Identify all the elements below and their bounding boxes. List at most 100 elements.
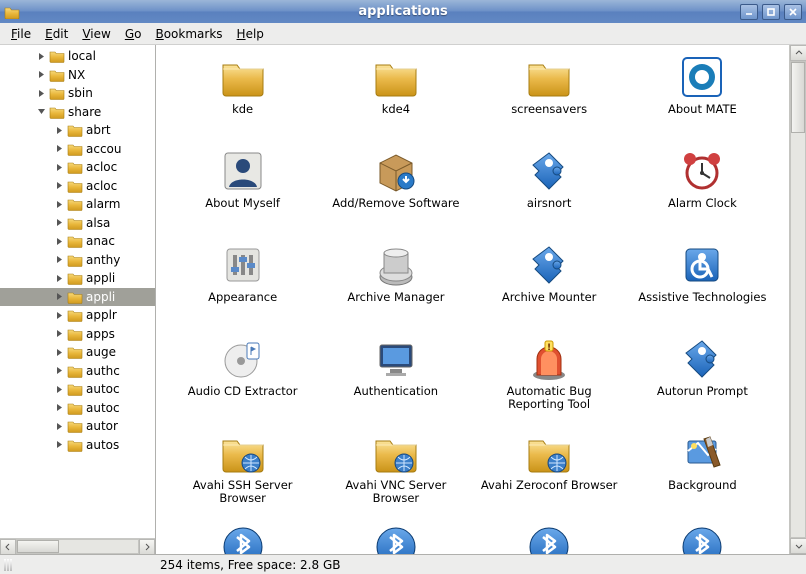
file-item[interactable]: Archive Manager [323, 241, 468, 335]
expander-icon[interactable] [54, 236, 64, 246]
file-item[interactable]: Avahi VNC Server Browser [323, 429, 468, 523]
folder-icon [67, 234, 83, 248]
file-label: airsnort [527, 197, 572, 210]
tree-row[interactable]: sbin [0, 84, 155, 103]
bluetooth-icon [525, 523, 573, 554]
file-item[interactable]: Assistive Technologies [630, 241, 775, 335]
expander-icon[interactable] [54, 403, 64, 413]
folder-icon [525, 53, 573, 101]
file-label: About MATE [668, 103, 737, 116]
menu-file[interactable]: File [4, 25, 38, 43]
icon-view[interactable]: kdekde4screensavers About MATE About Mysel… [156, 45, 789, 554]
tree-row[interactable]: appli [0, 269, 155, 288]
tree-row[interactable]: acloc [0, 177, 155, 196]
tree-row[interactable]: abrt [0, 121, 155, 140]
expander-icon[interactable] [54, 440, 64, 450]
file-item[interactable]: kde4 [323, 53, 468, 147]
tree-row[interactable]: applr [0, 306, 155, 325]
folder-globe-icon [525, 429, 573, 477]
folder-icon [67, 364, 83, 378]
statusbar-handle [4, 559, 160, 571]
expander-icon[interactable] [54, 218, 64, 228]
expander-icon[interactable] [54, 181, 64, 191]
expander-icon[interactable] [36, 70, 46, 80]
expander-icon[interactable] [54, 347, 64, 357]
folder-icon [219, 53, 267, 101]
expander-icon[interactable] [54, 384, 64, 394]
menu-bookmarks[interactable]: Bookmarks [148, 25, 229, 43]
menu-go[interactable]: Go [118, 25, 149, 43]
sidebar-tree[interactable]: localNXsbinshareabrtaccouaclocaclocalarm… [0, 45, 156, 538]
file-item[interactable]: Alarm Clock [630, 147, 775, 241]
content-vscrollbar[interactable] [789, 45, 806, 554]
tree-row[interactable]: autos [0, 436, 155, 455]
file-item[interactable]: Avahi Zeroconf Browser [477, 429, 622, 523]
clock-icon [678, 147, 726, 195]
tree-row[interactable]: local [0, 47, 155, 66]
file-item[interactable]: About MATE [630, 53, 775, 147]
tree-row[interactable]: autor [0, 417, 155, 436]
expander-icon[interactable] [54, 329, 64, 339]
folder-icon [49, 68, 65, 82]
file-label: Appearance [208, 291, 277, 304]
tree-row[interactable]: alsa [0, 214, 155, 233]
tree-row[interactable]: autoc [0, 399, 155, 418]
expander-icon[interactable] [54, 199, 64, 209]
file-item[interactable]: Bluetooth [170, 523, 315, 554]
tree-row[interactable]: accou [0, 140, 155, 159]
maximize-button[interactable] [762, 4, 780, 20]
expander-icon[interactable] [36, 88, 46, 98]
file-item[interactable]: kde [170, 53, 315, 147]
minimize-button[interactable] [740, 4, 758, 20]
tree-row[interactable]: anac [0, 232, 155, 251]
tree-row[interactable]: apps [0, 325, 155, 344]
menu-help[interactable]: Help [230, 25, 271, 43]
expander-icon[interactable] [36, 107, 46, 117]
file-item[interactable]: Audio CD Extractor [170, 335, 315, 429]
close-button[interactable] [784, 4, 802, 20]
tree-row[interactable]: autoc [0, 380, 155, 399]
expander-icon[interactable] [54, 292, 64, 302]
expander-icon[interactable] [54, 273, 64, 283]
file-item[interactable]: Archive Mounter [477, 241, 622, 335]
expander-icon[interactable] [54, 144, 64, 154]
tree-row[interactable]: acloc [0, 158, 155, 177]
archive-icon [372, 241, 420, 289]
file-label: Automatic Bug Reporting Tool [479, 385, 619, 411]
file-item[interactable]: Background [630, 429, 775, 523]
bluetooth-icon [678, 523, 726, 554]
tree-row[interactable]: alarm [0, 195, 155, 214]
menu-edit[interactable]: Edit [38, 25, 75, 43]
file-item[interactable]: Avahi SSH Server Browser [170, 429, 315, 523]
expander-icon[interactable] [36, 51, 46, 61]
tree-label: sbin [68, 86, 93, 100]
expander-icon[interactable] [54, 255, 64, 265]
file-item[interactable]: Bluetooth Transfer [630, 523, 775, 554]
file-item[interactable]: Bluetooth [323, 523, 468, 554]
file-item[interactable]: !Automatic Bug Reporting Tool [477, 335, 622, 429]
expander-icon[interactable] [54, 162, 64, 172]
file-item[interactable]: Autorun Prompt [630, 335, 775, 429]
folder-icon [67, 290, 83, 304]
file-item[interactable]: airsnort [477, 147, 622, 241]
expander-icon[interactable] [54, 125, 64, 135]
file-item[interactable]: screensavers [477, 53, 622, 147]
expander-icon[interactable] [54, 421, 64, 431]
puzzle-icon [525, 241, 573, 289]
sidebar-hscrollbar[interactable] [0, 538, 155, 554]
file-item[interactable]: Add/Remove Software [323, 147, 468, 241]
tree-row[interactable]: authc [0, 362, 155, 381]
tree-row[interactable]: auge [0, 343, 155, 362]
menu-view[interactable]: View [75, 25, 117, 43]
folder-icon [67, 216, 83, 230]
tree-row[interactable]: share [0, 103, 155, 122]
file-item[interactable]: Bluetooth Device [477, 523, 622, 554]
expander-icon[interactable] [54, 310, 64, 320]
tree-row[interactable]: appli [0, 288, 155, 307]
file-item[interactable]: Appearance [170, 241, 315, 335]
file-item[interactable]: Authentication [323, 335, 468, 429]
file-item[interactable]: About Myself [170, 147, 315, 241]
tree-row[interactable]: anthy [0, 251, 155, 270]
expander-icon[interactable] [54, 366, 64, 376]
tree-row[interactable]: NX [0, 66, 155, 85]
